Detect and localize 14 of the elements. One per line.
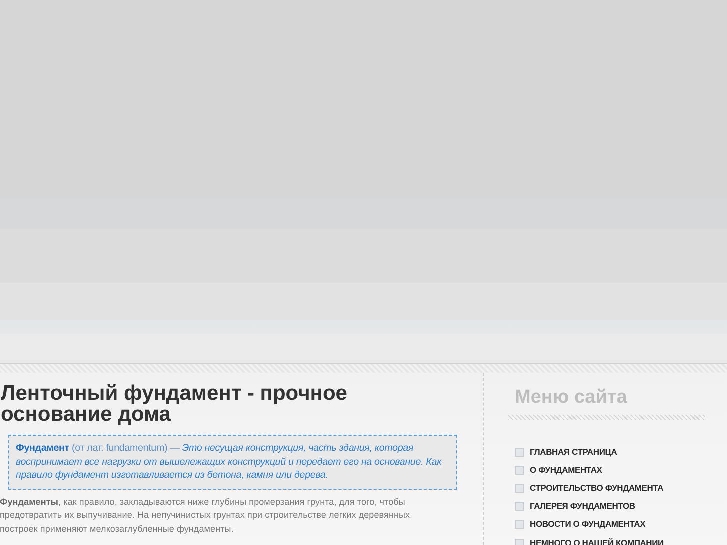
menu-link[interactable]: ГАЛЕРЕЯ ФУНДАМЕНТОВ bbox=[530, 501, 636, 512]
menu-link[interactable]: О ФУНДАМЕНТАХ bbox=[530, 464, 602, 476]
bullet-icon bbox=[515, 484, 524, 493]
article-title: Ленточный фундамент - прочное основание дома bbox=[1, 383, 348, 425]
bullet-icon bbox=[515, 520, 524, 530]
definition-note: Фундамент (от лат. fundamentum) — Это несущая конструкция, часть здания, которая воспринимает все нагрузки от вышележащих конструкций и передает его на основание. Как правило фундамент изготавливается из бетона, камня или дерева. bbox=[8, 435, 457, 490]
bullet-icon bbox=[515, 538, 524, 545]
bullet-icon bbox=[515, 448, 524, 457]
menu-link[interactable]: ГЛАВНАЯ СТРАНИЦА bbox=[530, 446, 618, 458]
menu-link[interactable]: НОВОСТИ О ФУНДАМЕНТАХ bbox=[530, 519, 646, 530]
bullet-icon bbox=[515, 502, 524, 512]
bullet-icon bbox=[515, 466, 524, 475]
menu-link[interactable]: СТРОИТЕЛЬСТВО ФУНДАМЕНТА bbox=[530, 482, 664, 494]
article-paragraph: Фундаменты, как правило, закладываются ниже глубины промерзания грунта, для того, чтобы предотвратить их выпучивание. На непучинистых грунтах при строительстве легких деревянных построек применяют мелкозаглубленные фундаменты. bbox=[0, 496, 412, 536]
